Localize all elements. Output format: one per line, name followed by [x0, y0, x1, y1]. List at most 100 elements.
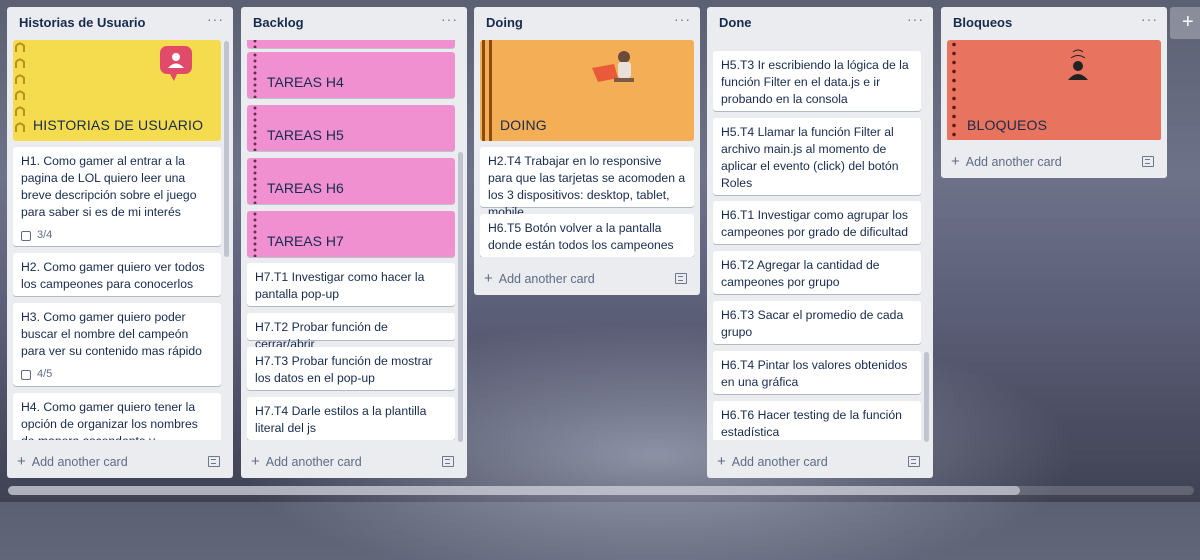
blocked-person-icon	[1068, 49, 1088, 80]
card-title: H6.T6 Hacer testing de la función estadí…	[721, 408, 902, 439]
person-laptop-icon	[592, 51, 634, 82]
list-title[interactable]: Done	[719, 15, 752, 30]
add-card-button[interactable]: + Add another card	[484, 270, 595, 287]
list-menu-icon[interactable]: ···	[1141, 11, 1158, 27]
card[interactable]: H4. Como gamer quiero tener la opción de…	[13, 393, 221, 440]
cover-card-tareas-h6[interactable]: TAREAS H6	[247, 158, 455, 204]
add-card-label: Add another card	[31, 454, 128, 469]
card[interactable]: H2. Como gamer quiero ver todos los camp…	[13, 253, 221, 296]
add-card-button[interactable]: + Add another card	[17, 453, 128, 470]
cover-card-tareas-h4[interactable]: TAREAS H4	[247, 52, 455, 98]
cover-card-tareas-h7[interactable]: TAREAS H7	[247, 211, 455, 257]
card[interactable]: H1. Como gamer al entrar a la pagina de …	[13, 147, 221, 246]
card[interactable]: H5.T4 Llamar la función Filter al archiv…	[713, 118, 921, 195]
list-bloqueos: Bloqueos ··· BLOQUEOS + Add another card	[941, 7, 1167, 178]
card[interactable]: H6.T6 Hacer testing de la función estadí…	[713, 401, 921, 440]
list-title[interactable]: Bloqueos	[953, 15, 1012, 30]
add-card-button[interactable]: + Add another card	[951, 153, 1062, 170]
card[interactable]: H6.T4 Pintar los valores obtenidos en un…	[713, 351, 921, 394]
list-title[interactable]: Backlog	[253, 15, 304, 30]
card-title: H5.T3 Ir escribiendo la lógica de la fun…	[721, 58, 909, 106]
cover-card-tareas-h5[interactable]: TAREAS H5	[247, 105, 455, 151]
list-header[interactable]: Doing ···	[474, 7, 700, 39]
list-header[interactable]: Historias de Usuario ···	[7, 7, 233, 39]
chain-decoration-icon	[15, 42, 25, 132]
add-card-button[interactable]: + Add another card	[251, 453, 362, 470]
cover-card-doing[interactable]: DOING	[480, 40, 694, 141]
card[interactable]: H7.T2 Probar función de cerrar/abrir	[247, 313, 455, 351]
checklist-icon	[21, 369, 31, 380]
plus-icon: +	[717, 453, 726, 470]
card[interactable]: H7.T3 Probar función de mostrar los dato…	[247, 347, 455, 390]
add-card-button[interactable]: + Add another card	[717, 453, 828, 470]
list-title[interactable]: Doing	[486, 15, 523, 30]
list-backlog: Backlog ··· TAREAS H4 TAREAS H5 TAREAS H…	[241, 7, 467, 478]
dots-decoration	[251, 40, 259, 48]
list-scrollbar[interactable]	[224, 41, 229, 257]
card-title: H6.T3 Sacar el promedio de cada grupo	[721, 308, 904, 339]
card-template-icon[interactable]	[675, 273, 687, 284]
list-menu-icon[interactable]: ···	[441, 11, 458, 27]
add-card-label: Add another card	[265, 454, 362, 469]
list-done: Done ··· H5.T3 Ir escribiendo la lógica …	[707, 7, 933, 478]
card[interactable]: H6.T3 Sacar el promedio de cada grupo	[713, 301, 921, 344]
add-card-label: Add another card	[498, 271, 595, 286]
card[interactable]: H2.T4 Trabajar en lo responsive para que…	[480, 147, 694, 219]
checklist-count: 3/4	[37, 229, 53, 241]
list-header[interactable]: Backlog ···	[241, 7, 467, 39]
card[interactable]: H5.T3 Ir escribiendo la lógica de la fun…	[713, 51, 921, 111]
card[interactable]: H6.T1 Investigar como agrupar los campeo…	[713, 201, 921, 244]
card-title: H7.T1 Investigar como hacer la pantalla …	[255, 270, 425, 301]
list-historias-de-usuario: Historias de Usuario ··· HISTORIAS DE US…	[7, 7, 233, 478]
list-menu-icon[interactable]: ···	[207, 11, 224, 27]
cover-label: BLOQUEOS	[967, 117, 1048, 133]
add-card-label: Add another card	[965, 154, 1062, 169]
list-menu-icon[interactable]: ···	[674, 11, 691, 27]
card-title: H6.T5 Botón volver a la pantalla donde e…	[488, 221, 674, 252]
card-title: H6.T1 Investigar como agrupar los campeo…	[721, 208, 908, 239]
horizontal-scrollbar-thumb[interactable]	[8, 486, 1020, 495]
cover-label: TAREAS H6	[267, 180, 344, 196]
add-list-button[interactable]: +	[1170, 7, 1200, 39]
card[interactable]: H7.T1 Investigar como hacer la pantalla …	[247, 263, 455, 306]
cover-label: DOING	[500, 117, 547, 133]
list-title[interactable]: Historias de Usuario	[19, 15, 145, 30]
card-title: H4. Como gamer quiero tener la opción de…	[21, 400, 198, 440]
card[interactable]: H3. Como gamer quiero poder buscar el no…	[13, 303, 221, 386]
plus-icon: +	[1182, 11, 1194, 33]
plus-icon: +	[951, 153, 960, 170]
card-template-icon[interactable]	[1142, 156, 1154, 167]
checklist-badge: 4/5	[21, 366, 213, 383]
list-scrollbar[interactable]	[458, 152, 463, 442]
dots-decoration	[950, 40, 958, 140]
list-header[interactable]: Done ···	[707, 7, 933, 39]
cover-card-bloqueos[interactable]: BLOQUEOS	[947, 40, 1161, 140]
add-card-label: Add another card	[731, 454, 828, 469]
card[interactable]: H6.T2 Agregar la cantidad de campeones p…	[713, 251, 921, 294]
card-template-icon[interactable]	[208, 456, 220, 467]
card[interactable]: H6.T5 Botón volver a la pantalla donde e…	[480, 214, 694, 257]
list-doing: Doing ··· DOING H2.T4 Trabajar en lo res…	[474, 7, 700, 295]
checklist-icon	[21, 230, 31, 241]
stripe-decoration	[489, 40, 492, 141]
card[interactable]: H7.T4 Darle estilos a la plantilla liter…	[247, 397, 455, 440]
cover-card-tareas-partial[interactable]	[247, 40, 455, 48]
card-title: H3. Como gamer quiero poder buscar el no…	[21, 310, 202, 358]
list-menu-icon[interactable]: ···	[907, 11, 924, 27]
cover-card-historias[interactable]: HISTORIAS DE USUARIO	[13, 40, 221, 141]
dots-decoration	[251, 105, 259, 151]
card-container: H5.T3 Ir escribiendo la lógica de la fun…	[713, 40, 921, 440]
card-container: TAREAS H4 TAREAS H5 TAREAS H6 TAREAS H7 …	[247, 40, 455, 440]
board: Historias de Usuario ··· HISTORIAS DE US…	[0, 0, 1200, 502]
dots-decoration	[251, 158, 259, 204]
list-header[interactable]: Bloqueos ···	[941, 7, 1167, 39]
dots-decoration	[251, 211, 259, 257]
card-template-icon[interactable]	[908, 456, 920, 467]
card-title: H2.T4 Trabajar en lo responsive para que…	[488, 154, 686, 219]
card-container: BLOQUEOS	[947, 40, 1161, 140]
list-scrollbar[interactable]	[924, 352, 929, 442]
cover-label: TAREAS H4	[267, 74, 344, 90]
card-template-icon[interactable]	[442, 456, 454, 467]
card-title: H7.T3 Probar función de mostrar los dato…	[255, 354, 433, 385]
cover-label: TAREAS H5	[267, 127, 344, 143]
